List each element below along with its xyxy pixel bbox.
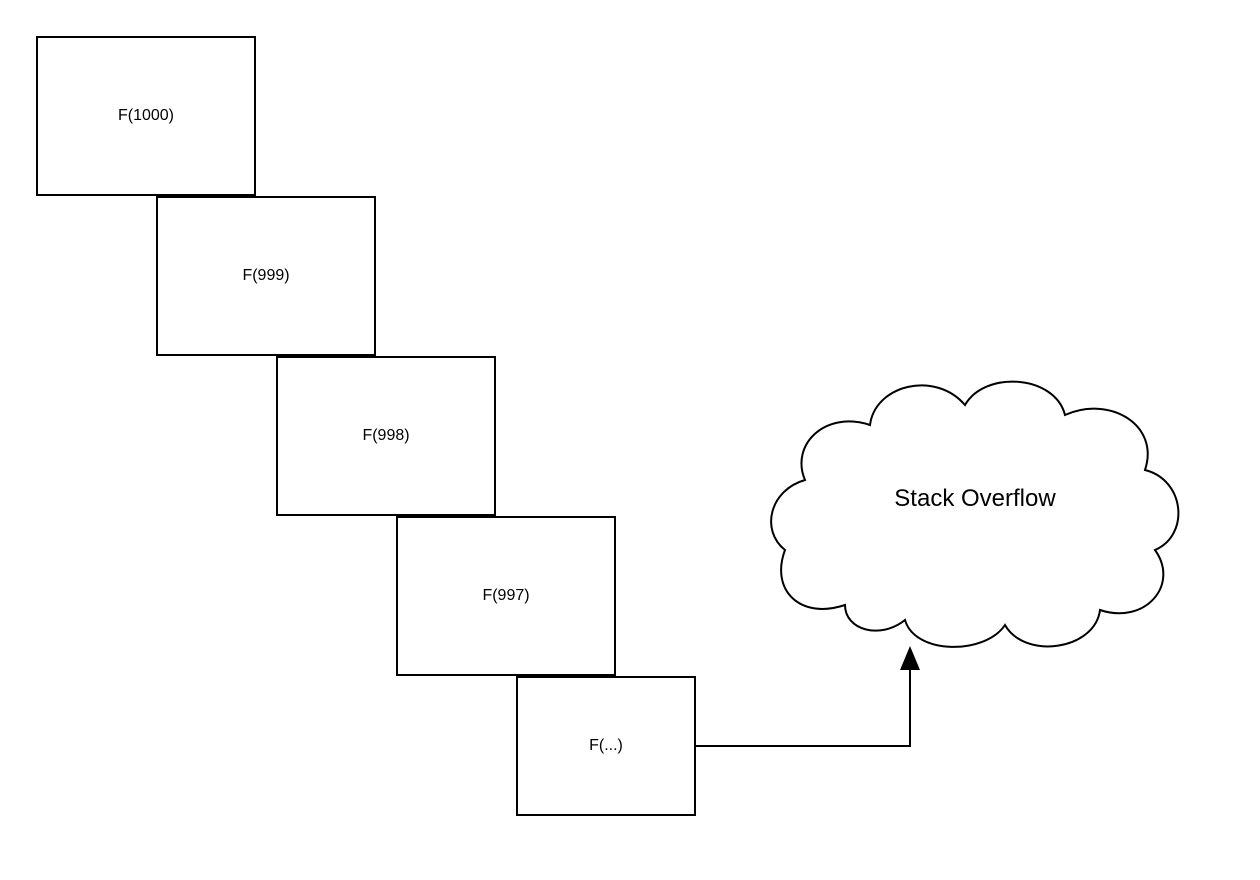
stack-frame-box: F(997)	[396, 516, 616, 676]
stack-frame-label: F(997)	[482, 587, 529, 605]
stack-frame-label: F(998)	[362, 427, 409, 445]
stack-frame-box: F(1000)	[36, 36, 256, 196]
cloud-label: Stack Overflow	[825, 485, 1125, 513]
stack-frame-label: F(...)	[589, 737, 623, 755]
stack-frame-box: F(...)	[516, 676, 696, 816]
stack-frame-label: F(999)	[242, 267, 289, 285]
diagram-canvas: F(1000) F(999) F(998) F(997) F(...) Stac…	[0, 0, 1260, 880]
stack-frame-box: F(999)	[156, 196, 376, 356]
stack-frame-box: F(998)	[276, 356, 496, 516]
stack-frame-label: F(1000)	[118, 107, 174, 125]
